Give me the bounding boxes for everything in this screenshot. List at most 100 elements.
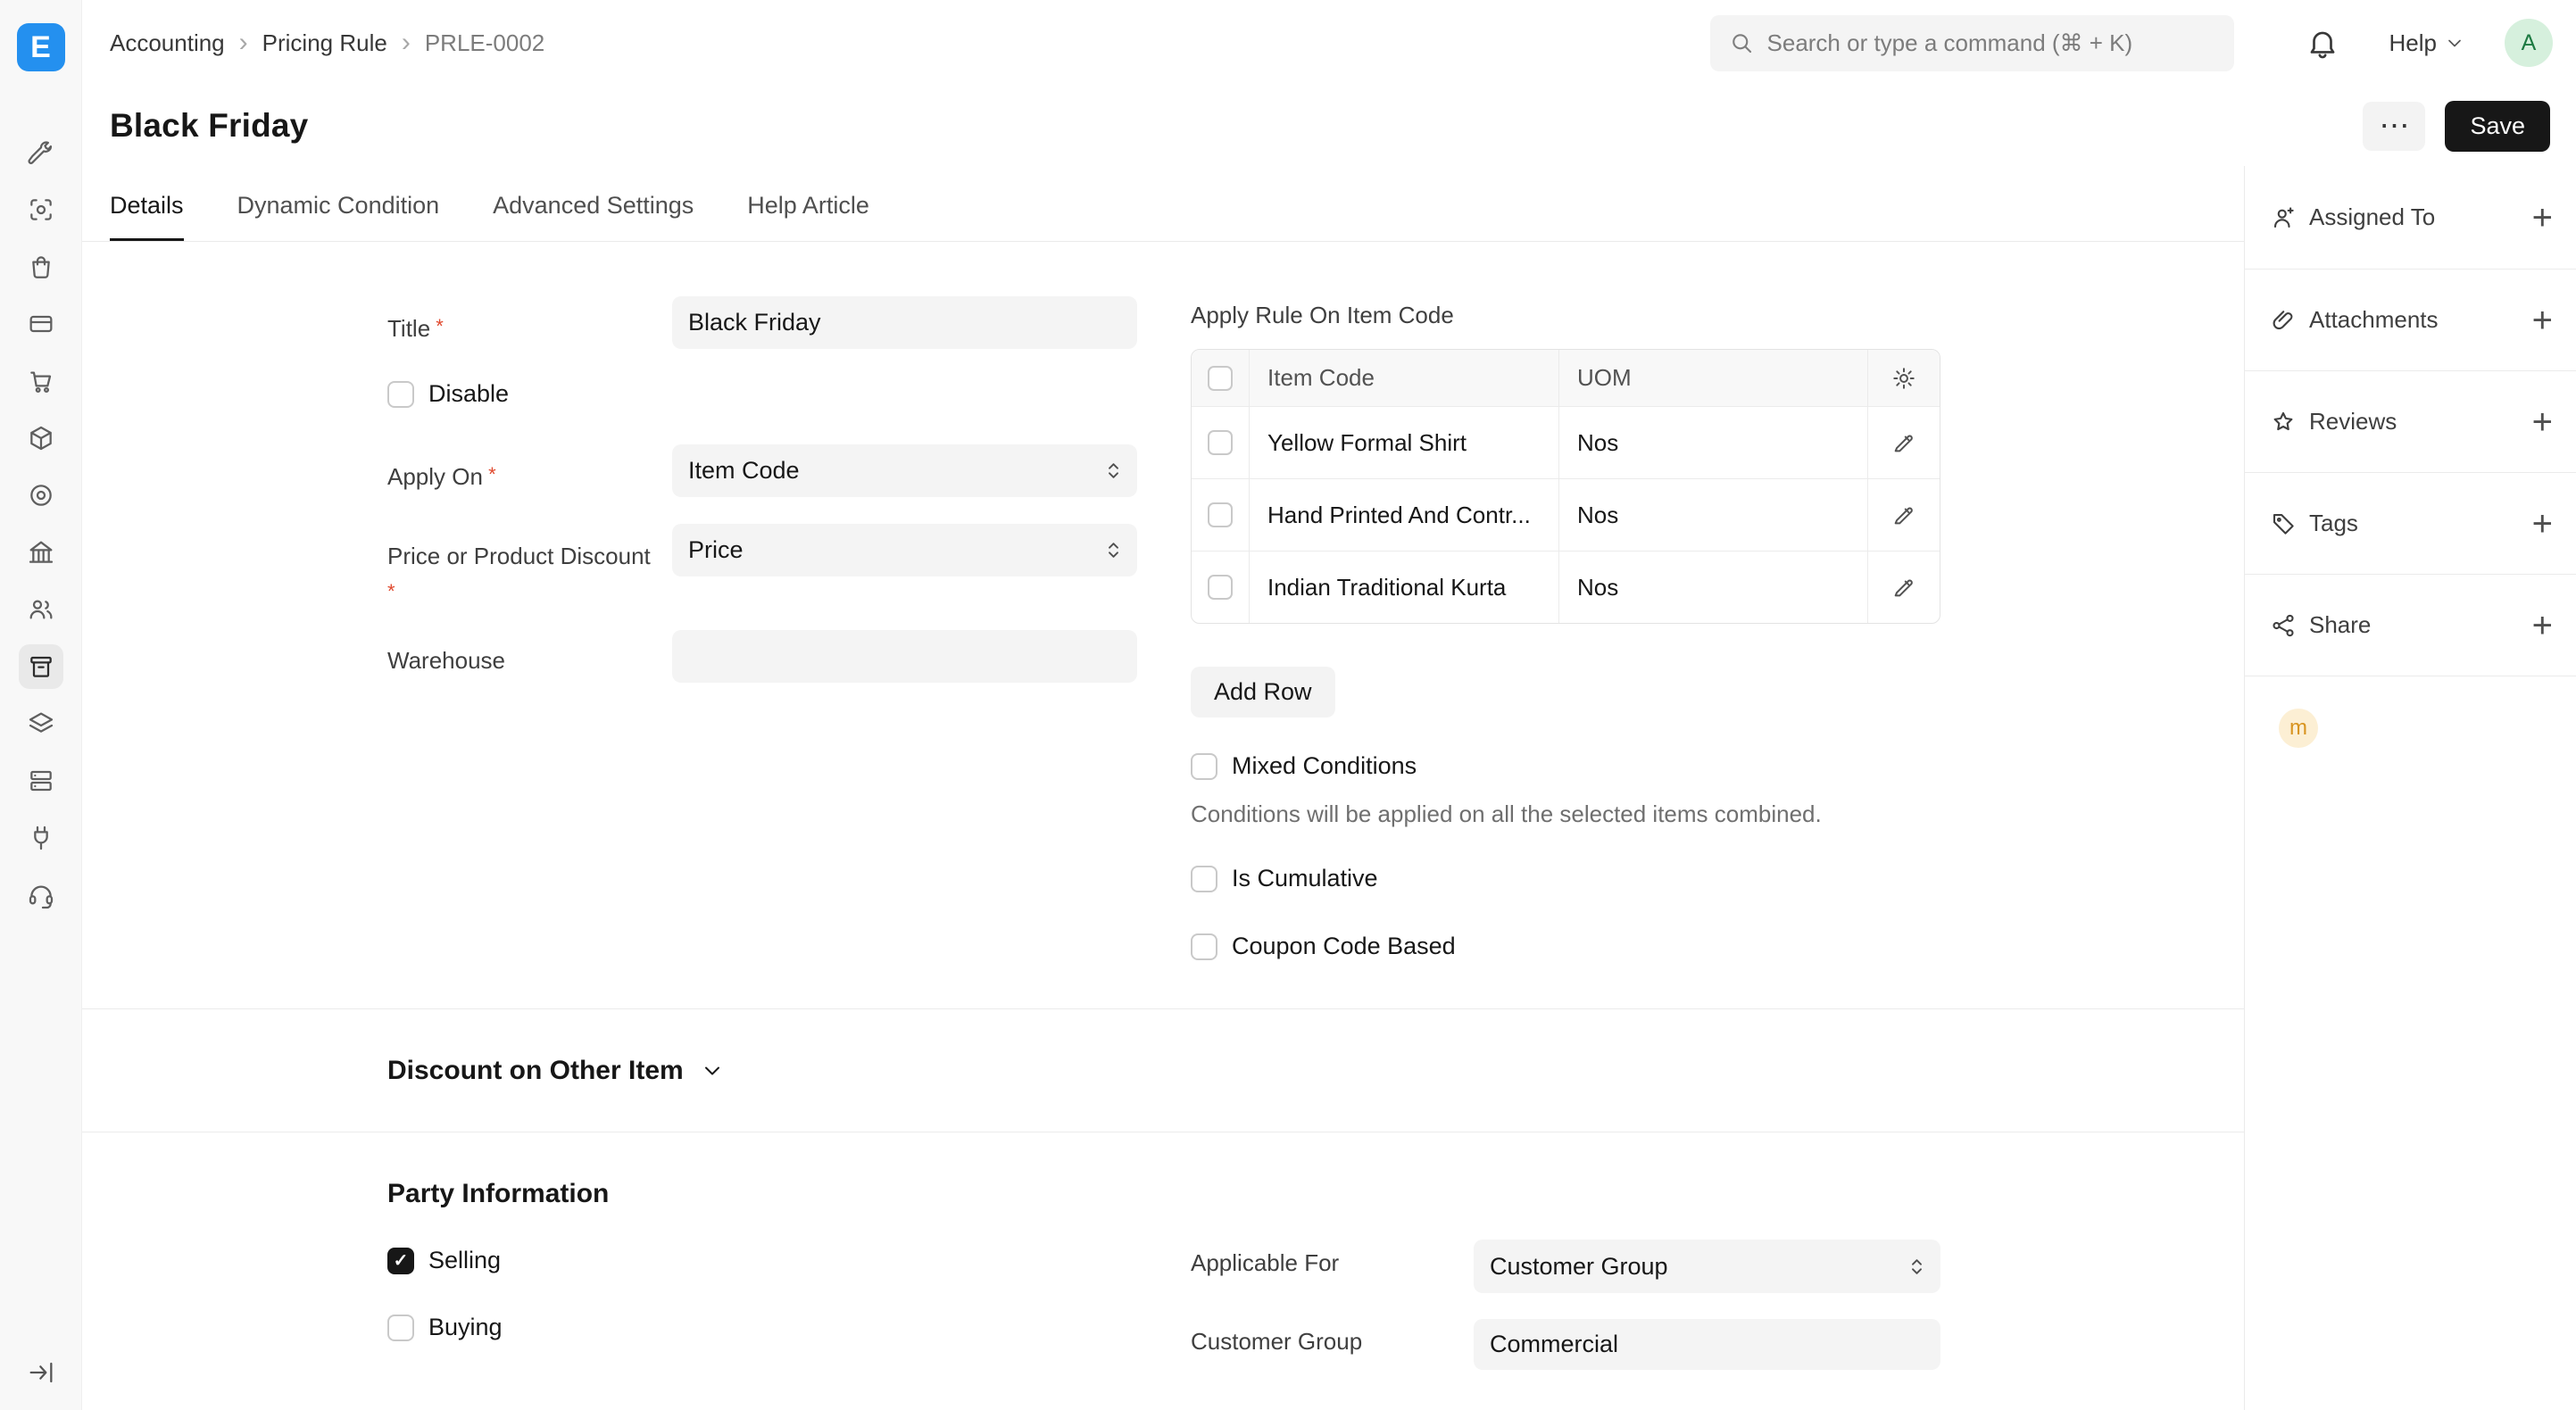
save-button[interactable]: Save <box>2445 101 2550 152</box>
sidebar-item-cart[interactable] <box>19 359 63 403</box>
warehouse-label: Warehouse <box>387 630 672 683</box>
uom-cell[interactable]: Nos <box>1558 552 1867 623</box>
sidebar-item-support[interactable] <box>19 873 63 917</box>
select-chevrons-icon <box>1101 538 1126 562</box>
sidebar-item-tools[interactable] <box>19 130 63 175</box>
sidebar-item-stock[interactable] <box>19 644 63 689</box>
sidebar-item-payments[interactable] <box>19 302 63 346</box>
chevron-down-icon[interactable] <box>700 1058 725 1083</box>
warehouse-input[interactable] <box>672 630 1137 683</box>
tab-help-article[interactable]: Help Article <box>747 192 869 241</box>
price-or-product-discount-select[interactable]: Price <box>672 524 1137 576</box>
sidebar-item-manufacturing[interactable] <box>19 530 63 575</box>
sidebar-item-tags[interactable]: Tags + <box>2245 473 2576 575</box>
table-row[interactable]: Indian Traditional Kurta Nos <box>1192 551 1940 623</box>
title-input[interactable] <box>672 296 1137 349</box>
tab-details[interactable]: Details <box>110 192 184 241</box>
sidebar-item-layers[interactable] <box>19 759 63 803</box>
attachments-label: Attachments <box>2309 306 2439 334</box>
disable-checkbox[interactable] <box>387 381 414 408</box>
add-review-button[interactable]: + <box>2532 404 2553 440</box>
breadcrumb-pricing-rule[interactable]: Pricing Rule <box>262 29 387 57</box>
user-avatar[interactable]: A <box>2505 19 2553 67</box>
form-tabs: Details Dynamic Condition Advanced Setti… <box>82 166 2244 242</box>
mixed-conditions-checkbox[interactable] <box>1191 753 1217 780</box>
help-menu[interactable]: Help <box>2389 29 2465 57</box>
edit-row-button[interactable] <box>1891 430 1916 455</box>
sidebar-item-assets[interactable] <box>19 701 63 746</box>
assets-icon <box>27 709 55 738</box>
select-chevrons-icon <box>1905 1255 1929 1279</box>
breadcrumb-current: PRLE-0002 <box>425 29 544 57</box>
sidebar-item-attachments[interactable]: Attachments + <box>2245 270 2576 371</box>
buying-checkbox-row[interactable]: Buying <box>387 1314 503 1341</box>
column-header-uom: UOM <box>1558 350 1867 406</box>
row-checkbox[interactable] <box>1208 430 1233 455</box>
table-row[interactable]: Yellow Formal Shirt Nos <box>1192 406 1940 478</box>
item-code-cell[interactable]: Yellow Formal Shirt <box>1249 407 1558 478</box>
disable-checkbox-row[interactable]: Disable <box>387 380 509 408</box>
selling-checkbox-row[interactable]: Selling <box>387 1247 501 1274</box>
is-cumulative-label: Is Cumulative <box>1232 865 1378 892</box>
uom-cell[interactable]: Nos <box>1558 479 1867 551</box>
sidebar-item-scan[interactable] <box>19 187 63 232</box>
selling-label: Selling <box>428 1247 501 1274</box>
sidebar-item-share[interactable]: Share + <box>2245 575 2576 676</box>
tab-advanced-settings[interactable]: Advanced Settings <box>493 192 694 241</box>
search-input[interactable] <box>1767 29 2216 57</box>
sidebar-item-shopping-bag[interactable] <box>19 245 63 289</box>
party-information-section: Party Information <box>387 1179 609 1209</box>
applicable-for-value: Customer Group <box>1490 1253 1668 1281</box>
customer-group-input[interactable] <box>1474 1319 1940 1370</box>
add-row-button[interactable]: Add Row <box>1191 667 1335 717</box>
collapse-sidebar-button[interactable] <box>27 1358 55 1387</box>
applicable-for-select[interactable]: Customer Group <box>1474 1240 1940 1293</box>
mixed-conditions-checkbox-row[interactable]: Mixed Conditions <box>1191 752 1417 780</box>
buying-checkbox[interactable] <box>387 1315 414 1341</box>
add-share-button[interactable]: + <box>2532 608 2553 643</box>
sidebar-item-quality[interactable] <box>19 473 63 518</box>
edit-row-button[interactable] <box>1891 575 1916 600</box>
add-assignment-button[interactable]: + <box>2532 200 2553 236</box>
uom-cell[interactable]: Nos <box>1558 407 1867 478</box>
chevron-right-icon: › <box>239 29 248 56</box>
sidebar-item-integrations[interactable] <box>19 816 63 860</box>
discount-on-other-item-section[interactable]: Discount on Other Item <box>387 1056 725 1086</box>
breadcrumb-accounting[interactable]: Accounting <box>110 29 225 57</box>
sidebar-item-reviews[interactable]: Reviews + <box>2245 371 2576 473</box>
document-sidebar: Assigned To + Attachments + Reviews + Ta… <box>2244 166 2576 1410</box>
edit-row-button[interactable] <box>1891 502 1916 527</box>
is-cumulative-checkbox[interactable] <box>1191 866 1217 892</box>
seen-by-avatar[interactable]: m <box>2279 709 2318 748</box>
price-or-product-discount-label: Price or Product Discount <box>387 524 672 611</box>
tab-dynamic-condition[interactable]: Dynamic Condition <box>237 192 440 241</box>
row-checkbox[interactable] <box>1208 575 1233 600</box>
support-icon <box>27 881 55 909</box>
crm-icon <box>27 595 55 624</box>
erpnext-logo[interactable]: E <box>17 23 65 71</box>
more-actions-button[interactable]: ⋯ <box>2363 102 2425 151</box>
coupon-code-based-checkbox-row[interactable]: Coupon Code Based <box>1191 933 1456 960</box>
layers-icon <box>27 767 55 795</box>
sidebar-item-crm[interactable] <box>19 587 63 632</box>
item-code-cell[interactable]: Indian Traditional Kurta <box>1249 552 1558 623</box>
global-search[interactable] <box>1710 15 2234 71</box>
apply-on-select[interactable]: Item Code <box>672 444 1137 497</box>
notifications-button[interactable] <box>2306 26 2339 60</box>
sidebar-item-package[interactable] <box>19 416 63 460</box>
select-all-checkbox[interactable] <box>1208 366 1233 391</box>
add-attachment-button[interactable]: + <box>2532 303 2553 338</box>
selling-checkbox[interactable] <box>387 1248 414 1274</box>
breadcrumb: Accounting › Pricing Rule › PRLE-0002 <box>110 29 544 57</box>
apply-on-value: Item Code <box>688 457 800 485</box>
sidebar-item-assigned-to[interactable]: Assigned To + <box>2245 166 2576 270</box>
item-code-cell[interactable]: Hand Printed And Contr... <box>1249 479 1558 551</box>
coupon-code-based-checkbox[interactable] <box>1191 933 1217 960</box>
row-checkbox[interactable] <box>1208 502 1233 527</box>
add-tag-button[interactable]: + <box>2532 506 2553 542</box>
coupon-code-based-label: Coupon Code Based <box>1232 933 1456 960</box>
table-row[interactable]: Hand Printed And Contr... Nos <box>1192 478 1940 551</box>
is-cumulative-checkbox-row[interactable]: Is Cumulative <box>1191 865 1378 892</box>
reviews-label: Reviews <box>2309 408 2397 435</box>
table-settings-button[interactable] <box>1891 366 1916 391</box>
